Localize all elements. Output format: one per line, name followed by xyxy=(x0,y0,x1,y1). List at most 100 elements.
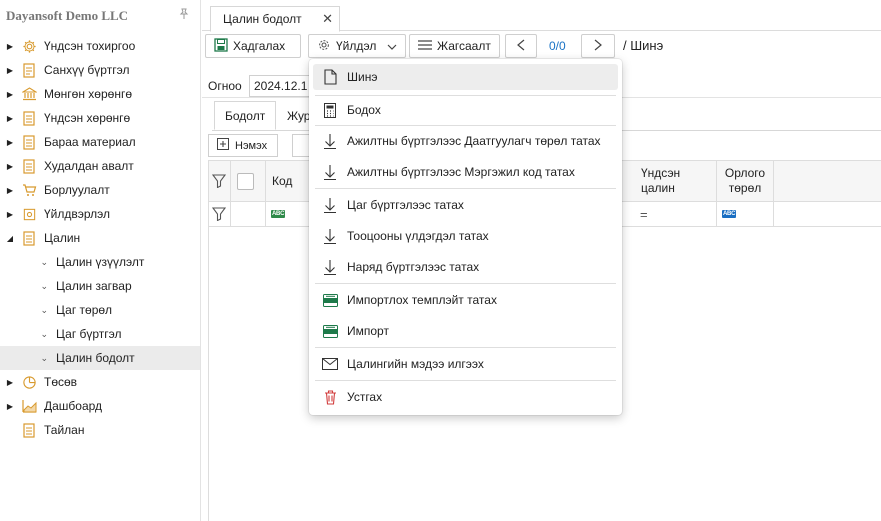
expand-arrow-icon[interactable]: ▶ xyxy=(0,210,17,219)
expand-arrow-icon[interactable]: ▶ xyxy=(0,378,17,387)
plus-icon xyxy=(217,138,229,153)
menu-item-pull-time-registration[interactable]: Цаг бүртгэлээс татах xyxy=(313,192,618,218)
column-header-income-type[interactable]: Орлого төрөл xyxy=(717,161,774,201)
sidebar-item-fixed-assets[interactable]: ▶ Үндсэн хөрөнгө xyxy=(0,106,200,130)
close-icon[interactable]: ✕ xyxy=(322,11,333,27)
menu-divider xyxy=(315,380,616,381)
expand-arrow-icon[interactable]: ▶ xyxy=(0,42,17,51)
sidebar-item-purchasing[interactable]: ▶ Худалдан авалт xyxy=(0,154,200,178)
text-type-icon: ABC xyxy=(722,210,737,218)
menu-item-pull-insured-type[interactable]: Ажилтны бүртгэлээс Даатгуулагч төрөл тат… xyxy=(313,128,618,154)
menu-item-import[interactable]: Импорт xyxy=(313,318,618,344)
company-name: Dayansoft Demo LLC xyxy=(6,8,129,23)
sidebar-item-cash[interactable]: ▶ Мөнгөн хөрөнгө xyxy=(0,82,200,106)
menu-divider xyxy=(315,188,616,189)
pie-chart-icon xyxy=(17,375,41,390)
sidebar-item-budget[interactable]: ▶ Төсөв xyxy=(0,370,200,394)
new-document-icon xyxy=(313,69,347,85)
filter-icon[interactable] xyxy=(209,161,231,201)
menu-item-download-import-template[interactable]: Импортлох темплэйт татах xyxy=(313,287,618,313)
tab-payroll-calculation[interactable]: Цалин бодолт ✕ xyxy=(210,6,340,32)
tab-calculation[interactable]: Бодолт xyxy=(214,101,277,130)
gear-icon xyxy=(17,39,41,54)
menu-divider xyxy=(315,283,616,284)
chevron-down-icon: ⌄ xyxy=(40,256,48,267)
sidebar-item-label: Дашбоард xyxy=(44,399,103,413)
prev-button[interactable] xyxy=(505,34,537,58)
sidebar-item-payroll-indicator[interactable]: ⌄ Цалин үзүүлэлт xyxy=(0,250,200,274)
menu-item-pull-profession-code[interactable]: Ажилтны бүртгэлээс Мэргэжил код татах xyxy=(313,159,618,185)
payroll-icon xyxy=(17,230,41,246)
sidebar-item-label: Цаг төрөл xyxy=(56,303,113,317)
actions-button[interactable]: Үйлдэл xyxy=(308,34,406,58)
sidebar-item-payroll-calculation[interactable]: ⌄ Цалин бодолт xyxy=(0,346,200,370)
download-arrow-icon xyxy=(313,228,347,244)
sidebar-item-general-settings[interactable]: ▶ Үндсэн тохиргоо xyxy=(0,34,200,58)
filter-base-salary[interactable]: = xyxy=(635,202,717,226)
sidebar-item-label: Цаг бүртгэл xyxy=(56,327,122,341)
expand-arrow-icon[interactable]: ▶ xyxy=(0,66,17,75)
bank-icon xyxy=(17,87,41,101)
expand-arrow-icon[interactable]: ▶ xyxy=(0,90,17,99)
list-button[interactable]: Жагсаалт xyxy=(409,34,500,58)
sidebar-item-payroll-template[interactable]: ⌄ Цалин загвар xyxy=(0,274,200,298)
sidebar-item-dashboard[interactable]: ▶ Дашбоард xyxy=(0,394,200,418)
report-icon xyxy=(17,422,41,438)
sidebar-item-label: Мөнгөн хөрөнгө xyxy=(44,87,133,101)
sidebar-item-report[interactable]: Тайлан xyxy=(0,418,200,442)
chevron-down-icon: ⌄ xyxy=(40,328,48,339)
add-label: Нэмэх xyxy=(235,139,268,152)
sidebar-item-sales[interactable]: ▶ Борлуулалт xyxy=(0,178,200,202)
expand-arrow-icon[interactable]: ▶ xyxy=(0,114,17,123)
add-button[interactable]: Нэмэх xyxy=(208,134,279,157)
filter-icon[interactable] xyxy=(209,202,231,226)
chevron-right-icon xyxy=(594,39,602,54)
excel-icon xyxy=(313,293,347,307)
download-arrow-icon xyxy=(313,259,347,275)
save-label: Хадгалах xyxy=(233,39,286,53)
sidebar-item-finance[interactable]: ▶ Санхүү бүртгэл xyxy=(0,58,200,82)
chevron-down-icon: ⌄ xyxy=(40,280,48,291)
sidebar-item-time-type[interactable]: ⌄ Цаг төрөл xyxy=(0,298,200,322)
gear-icon xyxy=(317,38,331,55)
select-all-checkbox[interactable] xyxy=(231,161,266,201)
column-header-base-salary[interactable]: Үндсэн цалин xyxy=(635,161,717,201)
equals-icon: = xyxy=(640,206,648,222)
sidebar-item-label: Цалин xyxy=(44,231,81,245)
next-button[interactable] xyxy=(581,34,615,58)
menu-item-new[interactable]: Шинэ xyxy=(313,64,618,90)
download-arrow-icon xyxy=(313,197,347,213)
pin-icon[interactable] xyxy=(178,8,190,23)
sidebar-item-production[interactable]: ▶ Үйлдвэрлэл xyxy=(0,202,200,226)
menu-item-send-payroll-info[interactable]: Цалингийн мэдээ илгээх xyxy=(313,351,618,377)
collapse-arrow-icon[interactable]: ◢ xyxy=(0,234,17,243)
inventory-icon xyxy=(17,134,41,150)
sidebar-item-payroll[interactable]: ◢ Цалин xyxy=(0,226,200,250)
menu-item-label: Шинэ xyxy=(347,70,378,84)
sidebar-item-label: Төсөв xyxy=(44,375,78,389)
save-button[interactable]: Хадгалах xyxy=(205,34,301,58)
expand-arrow-icon[interactable]: ▶ xyxy=(0,162,17,171)
sidebar-item-label: Бараа материал xyxy=(44,135,136,149)
expand-arrow-icon[interactable]: ▶ xyxy=(0,402,17,411)
list-label: Жагсаалт xyxy=(437,39,491,53)
sidebar-item-time-registration[interactable]: ⌄ Цаг бүртгэл xyxy=(0,322,200,346)
expand-arrow-icon[interactable]: ▶ xyxy=(0,138,17,147)
menu-item-calculate[interactable]: Бодох xyxy=(313,97,618,123)
menu-item-pull-balance[interactable]: Тооцооны үлдэгдэл татах xyxy=(313,223,618,249)
menu-item-pull-work-order[interactable]: Наряд бүртгэлээс татах xyxy=(313,254,618,280)
chevron-down-icon: ⌄ xyxy=(40,352,48,363)
filter-income-type[interactable]: ABC xyxy=(717,202,774,226)
menu-item-delete[interactable]: Устгах xyxy=(313,384,618,410)
purchase-icon xyxy=(17,158,41,174)
chevron-left-icon xyxy=(517,39,525,54)
menu-divider xyxy=(315,95,616,96)
chevron-down-icon: ⌄ xyxy=(40,304,48,315)
breadcrumb: / Шинэ xyxy=(623,38,664,53)
list-icon xyxy=(418,39,432,53)
expand-arrow-icon[interactable]: ▶ xyxy=(0,186,17,195)
checkbox[interactable] xyxy=(237,172,254,190)
sidebar-item-inventory[interactable]: ▶ Бараа материал xyxy=(0,130,200,154)
menu-item-label: Тооцооны үлдэгдэл татах xyxy=(347,229,489,243)
dashboard-icon xyxy=(17,399,41,413)
